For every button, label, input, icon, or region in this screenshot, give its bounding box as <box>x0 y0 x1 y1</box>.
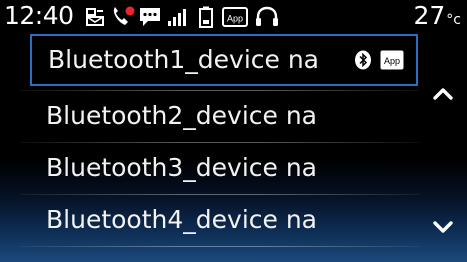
signal-strength-icon <box>168 9 186 26</box>
svg-text:App: App <box>227 14 243 24</box>
app-icon: App <box>222 7 248 27</box>
device-list: Bluetooth1_device na App Bluetooth2_devi… <box>0 34 467 262</box>
bluetooth-icon <box>355 50 371 70</box>
message-icon <box>140 8 160 26</box>
list-divider <box>20 246 420 247</box>
device-name: Bluetooth4_device na <box>46 205 317 234</box>
device-name: Bluetooth1_device na <box>48 45 319 74</box>
device-list-item-1[interactable]: Bluetooth1_device na App <box>30 34 418 86</box>
device-list-item-2[interactable]: Bluetooth2_device na <box>28 91 416 141</box>
app-icon: App <box>380 50 404 70</box>
chevron-down-icon[interactable] <box>428 216 458 238</box>
device-name: Bluetooth2_device na <box>46 101 317 130</box>
device-list-item-3[interactable]: Bluetooth3_device na <box>28 143 416 193</box>
clock: 12:40 <box>4 1 74 30</box>
device-name: Bluetooth3_device na <box>46 153 317 182</box>
headset-icon <box>256 6 278 26</box>
svg-text:App: App <box>384 56 400 66</box>
temperature: 27°c <box>413 1 461 30</box>
battery-icon <box>199 6 213 28</box>
chevron-up-icon[interactable] <box>428 82 458 104</box>
sms-icon <box>86 8 104 26</box>
phone-missed-call-icon <box>113 6 135 25</box>
device-list-item-4[interactable]: Bluetooth4_device na <box>28 195 416 245</box>
status-bar: 12:40 App 27°c <box>0 0 467 34</box>
